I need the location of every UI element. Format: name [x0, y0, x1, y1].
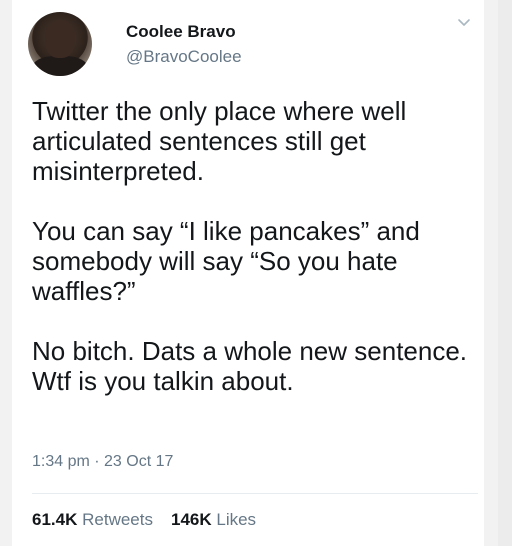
avatar-shirt — [32, 56, 88, 76]
likes-label: Likes — [216, 510, 257, 529]
tweet-paragraph: Twitter the only place where well articu… — [32, 96, 407, 186]
likes-count: 146K — [170, 510, 212, 529]
retweets-label: Retweets — [82, 510, 153, 529]
avatar[interactable] — [28, 12, 92, 76]
chevron-down-icon[interactable] — [457, 16, 471, 30]
tweet-stats: 61.4K Retweets 146K Likes — [32, 510, 256, 530]
likes-stat[interactable]: 146K Likes — [171, 510, 256, 529]
divider — [32, 493, 478, 494]
avatar-face — [45, 20, 75, 58]
tweet-card: Coolee Bravo @BravoCoolee Twitter the on… — [12, 0, 484, 546]
retweets-count: 61.4K — [32, 510, 78, 529]
tweet-paragraph: No bitch. Dats a whole new sentence. Wtf… — [32, 336, 468, 396]
display-name[interactable]: Coolee Bravo — [126, 22, 236, 42]
tweet-paragraph: You can say “I like pancakes” and somebo… — [32, 216, 420, 306]
retweets-stat[interactable]: 61.4K Retweets — [32, 510, 153, 529]
tweet-text: Twitter the only place where well articu… — [32, 96, 478, 396]
page-edge — [498, 0, 512, 546]
tweet-timestamp[interactable]: 1:34 pm · 23 Oct 17 — [32, 453, 173, 471]
user-handle[interactable]: @BravoCoolee — [126, 47, 242, 67]
